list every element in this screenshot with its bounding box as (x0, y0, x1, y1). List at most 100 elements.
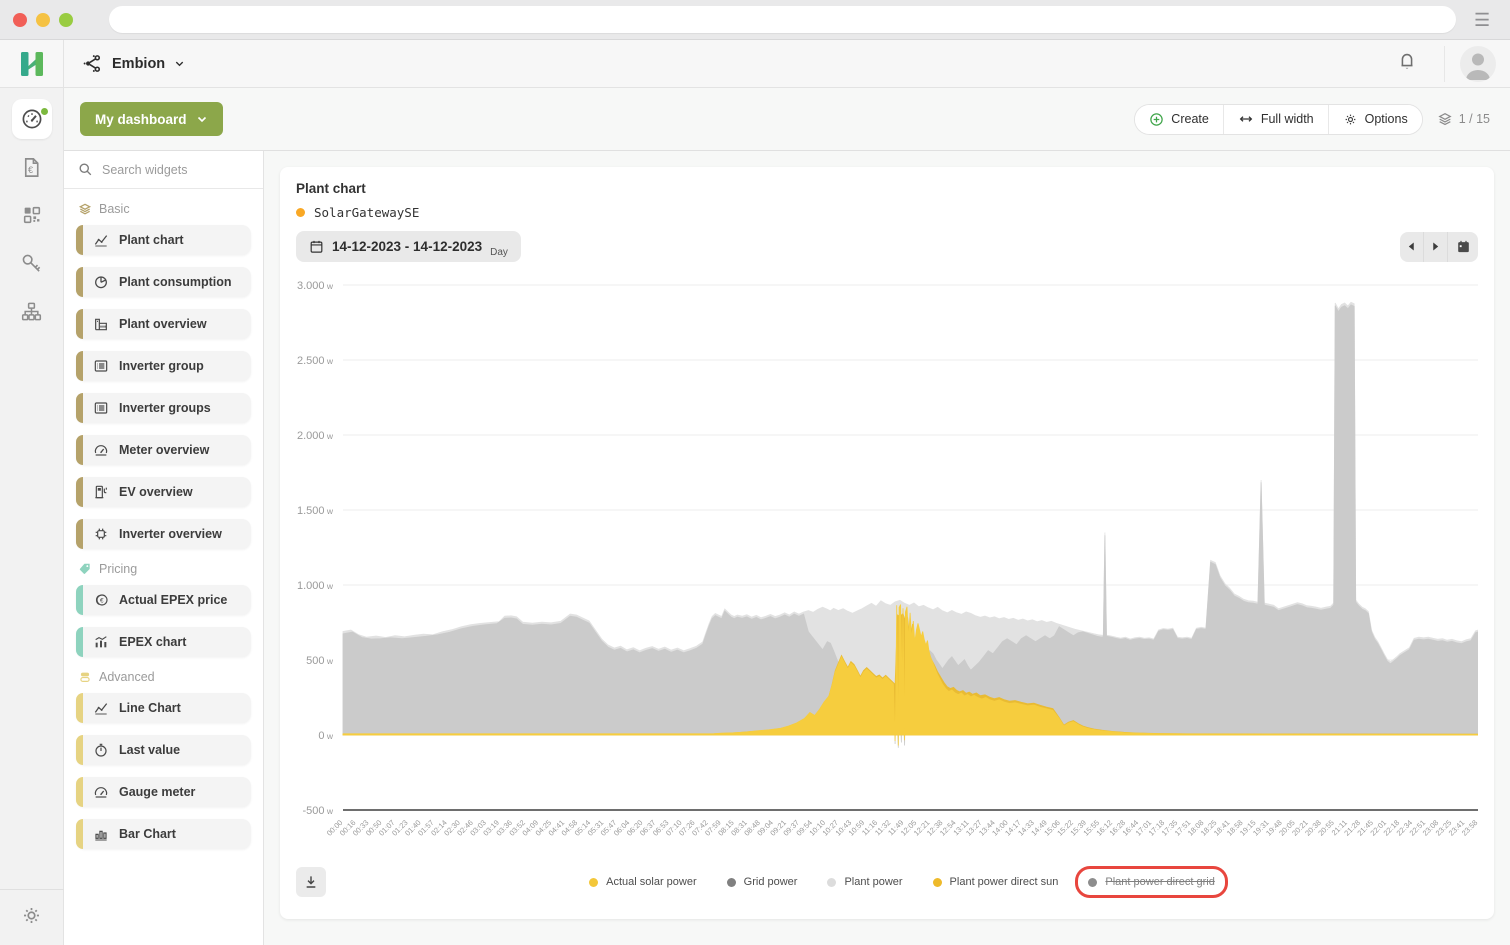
legend-item-actual-solar-power[interactable]: Actual solar power (589, 876, 697, 888)
nav-dashboards[interactable] (12, 99, 52, 139)
calendar-icon (1456, 239, 1471, 254)
app-logo[interactable] (0, 40, 64, 87)
widget-item-gauge-meter[interactable]: Gauge meter (76, 777, 251, 807)
nav-access-keys[interactable] (12, 243, 52, 283)
list-icon (93, 400, 109, 416)
chart-legend: Actual solar power Grid power Plant power P… (326, 876, 1478, 888)
next-period-button[interactable] (1424, 232, 1448, 262)
download-button[interactable] (296, 867, 326, 897)
widget-item-ev-overview[interactable]: EV overview (76, 477, 251, 507)
widget-item-inverter-overview[interactable]: Inverter overview (76, 519, 251, 549)
widget-item-plant-consumption[interactable]: Plant consumption (76, 267, 251, 297)
accent-bar (76, 693, 83, 723)
factory-icon (93, 316, 109, 332)
accent-bar (76, 585, 83, 615)
sitemap-icon (20, 300, 43, 323)
list-icon (93, 358, 109, 374)
widget-item-line-chart[interactable]: Line Chart (76, 693, 251, 723)
widget-search[interactable] (64, 151, 263, 189)
widget-item-plant-overview[interactable]: Plant overview (76, 309, 251, 339)
full-width-button[interactable]: Full width (1224, 105, 1329, 134)
stack-icon (78, 670, 92, 684)
section-header-basic: Basic (78, 202, 263, 216)
nav-hierarchy[interactable] (12, 291, 52, 331)
widget-label: EPEX chart (119, 635, 186, 649)
accent-bar (76, 735, 83, 765)
bar-chart-icon (93, 826, 109, 842)
apps-grid-icon (21, 204, 43, 226)
gauge-icon (93, 784, 109, 800)
address-bar[interactable] (109, 6, 1456, 33)
legend-item-plant-power[interactable]: Plant power (827, 876, 902, 888)
dashboard-canvas: Plant chart SolarGatewaySE 14 (264, 151, 1510, 945)
calendar-icon (309, 239, 324, 254)
legend-item-plant-power-direct-grid[interactable]: Plant power direct grid (1088, 876, 1214, 888)
widget-item-inverter-groups[interactable]: Inverter groups (76, 393, 251, 423)
widget-item-actual-epex-price[interactable]: €Actual EPEX price (76, 585, 251, 615)
key-icon (20, 252, 43, 275)
accent-bar (76, 393, 83, 423)
date-nav (1400, 232, 1478, 262)
date-range-picker[interactable]: 14-12-2023 - 14-12-2023 Day (296, 231, 521, 262)
calendar-button[interactable] (1448, 232, 1478, 262)
page-count: 1 / 15 (1459, 112, 1490, 126)
widget-item-plant-chart[interactable]: Plant chart (76, 225, 251, 255)
widget-label: Actual EPEX price (119, 593, 227, 607)
arrows-horizontal-icon (1238, 111, 1254, 127)
widget-item-inverter-group[interactable]: Inverter group (76, 351, 251, 381)
section-header-advanced: Advanced (78, 670, 263, 684)
widget-item-last-value[interactable]: Last value (76, 735, 251, 765)
y-axis-label: 2.500 w (297, 355, 334, 367)
search-input[interactable] (102, 163, 242, 177)
accent-bar (76, 267, 83, 297)
widget-label: Bar Chart (119, 827, 176, 841)
section-header-pricing: Pricing (78, 562, 263, 576)
speedometer-icon (20, 107, 44, 131)
legend-item-grid-power[interactable]: Grid power (727, 876, 798, 888)
device-name: SolarGatewaySE (314, 205, 419, 220)
widget-item-meter-overview[interactable]: Meter overview (76, 435, 251, 465)
tag-icon (78, 562, 92, 576)
legend-dot (827, 878, 836, 887)
options-button[interactable]: Options (1329, 105, 1422, 134)
nav-settings[interactable] (0, 889, 64, 945)
legend-label: Plant power direct sun (950, 876, 1059, 888)
widget-item-epex-chart[interactable]: EPEX chart (76, 627, 251, 657)
pie-chart-icon (93, 274, 109, 290)
ev-charger-icon (93, 484, 109, 500)
gear-icon (1343, 112, 1358, 127)
stopwatch-icon (93, 742, 109, 758)
nav-rail: € (0, 88, 64, 945)
maximize-window-button[interactable] (59, 13, 73, 27)
line-chart-icon (93, 700, 109, 716)
legend-item-plant-power-direct-sun[interactable]: Plant power direct sun (933, 876, 1059, 888)
hamburger-icon[interactable]: ☰ (1474, 11, 1500, 29)
widget-label: Inverter group (119, 359, 204, 373)
widget-item-bar-chart[interactable]: Bar Chart (76, 819, 251, 849)
full-width-label: Full width (1261, 112, 1314, 126)
widget-label: Meter overview (119, 443, 209, 457)
nav-billing[interactable]: € (12, 147, 52, 187)
prev-period-button[interactable] (1400, 232, 1424, 262)
create-button[interactable]: Create (1135, 105, 1224, 134)
org-switcher[interactable]: Embion (64, 40, 203, 87)
gear-icon (20, 904, 43, 927)
screen: ☰ Embion (0, 0, 1510, 945)
close-window-button[interactable] (13, 13, 27, 27)
dashboard-title: My dashboard (95, 112, 187, 127)
user-menu[interactable] (1444, 46, 1510, 82)
legend-dot (589, 878, 598, 887)
nav-widgets[interactable] (12, 195, 52, 235)
notifications-button[interactable] (1370, 50, 1444, 77)
widget-label: Plant overview (119, 317, 207, 331)
dashboard-selector-button[interactable]: My dashboard (80, 102, 223, 136)
minimize-window-button[interactable] (36, 13, 50, 27)
plant-chart-widget: Plant chart SolarGatewaySE 14 (280, 167, 1494, 919)
app-header: Embion (0, 40, 1510, 88)
chart-controls: 14-12-2023 - 14-12-2023 Day (296, 231, 1478, 262)
widget-list: Basic Plant chart Plant consumption Plant o… (64, 189, 263, 945)
widget-panel: Basic Plant chart Plant consumption Plant o… (64, 151, 264, 945)
widget-label: Plant chart (119, 233, 184, 247)
legend-label: Plant power (844, 876, 902, 888)
y-axis-label: 1.000 w (297, 580, 334, 592)
